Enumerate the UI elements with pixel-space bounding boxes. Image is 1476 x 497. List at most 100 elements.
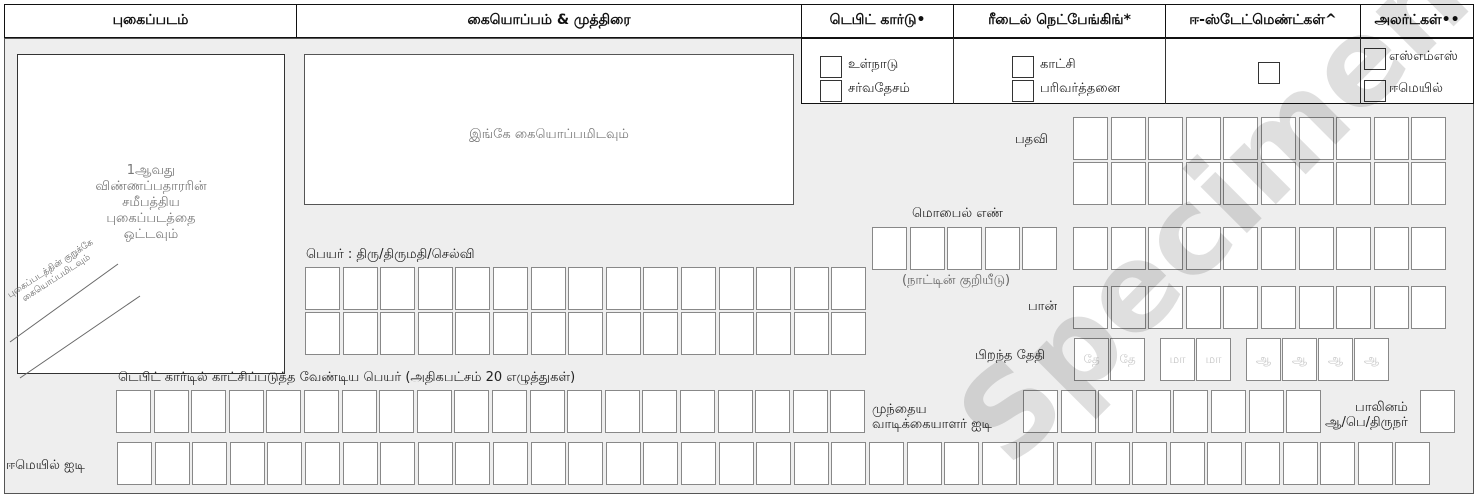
- card-name-cell[interactable]: [379, 390, 415, 433]
- mobile-cell[interactable]: [1336, 227, 1372, 270]
- checkbox-domestic[interactable]: [820, 56, 842, 78]
- customer-id-cell[interactable]: [1023, 390, 1058, 433]
- name-cell[interactable]: [756, 267, 792, 310]
- email-cell[interactable]: [530, 442, 566, 485]
- email-cell[interactable]: [342, 442, 378, 485]
- card-name-cell[interactable]: [529, 390, 565, 433]
- designation-cell[interactable]: [1373, 162, 1409, 205]
- mobile-cell[interactable]: [1298, 227, 1334, 270]
- designation-cell[interactable]: [1373, 117, 1409, 160]
- name-cell[interactable]: [718, 312, 754, 355]
- name-cell[interactable]: [793, 267, 829, 310]
- designation-cell[interactable]: [1298, 117, 1334, 160]
- name-cell[interactable]: [831, 312, 867, 355]
- card-name-cell[interactable]: [341, 390, 377, 433]
- checkbox-international[interactable]: [820, 80, 842, 102]
- dob-cell[interactable]: மா: [1160, 338, 1195, 381]
- email-cell[interactable]: [417, 442, 453, 485]
- mobile-cell[interactable]: [1223, 227, 1259, 270]
- customer-id-cell[interactable]: [1286, 390, 1322, 433]
- card-name-cell[interactable]: [717, 390, 753, 433]
- customer-id-cell[interactable]: [1211, 390, 1246, 433]
- dob-cell[interactable]: ஆ: [1282, 338, 1317, 381]
- designation-cell[interactable]: [1110, 117, 1146, 160]
- designation-cell[interactable]: [1185, 117, 1221, 160]
- designation-cell[interactable]: [1148, 162, 1184, 205]
- name-cell[interactable]: [493, 267, 528, 310]
- email-cell[interactable]: [1320, 442, 1356, 485]
- card-name-cell[interactable]: [567, 390, 603, 433]
- designation-cell[interactable]: [1336, 162, 1372, 205]
- name-cell[interactable]: [568, 267, 604, 310]
- card-name-cell[interactable]: [153, 390, 189, 433]
- designation-cell[interactable]: [1223, 117, 1259, 160]
- pan-cell[interactable]: [1185, 286, 1221, 329]
- customer-id-cell[interactable]: [1135, 390, 1171, 433]
- name-cell[interactable]: [455, 267, 491, 310]
- card-name-cell[interactable]: [604, 390, 640, 433]
- name-cell[interactable]: [681, 312, 716, 355]
- email-cell[interactable]: [1019, 442, 1055, 485]
- email-cell[interactable]: [831, 442, 867, 485]
- pan-cell[interactable]: [1373, 286, 1409, 329]
- card-name-cell[interactable]: [830, 390, 866, 433]
- name-cell[interactable]: [643, 312, 679, 355]
- card-name-cell[interactable]: [492, 390, 527, 433]
- pan-cell[interactable]: [1261, 286, 1296, 329]
- name-cell[interactable]: [605, 267, 641, 310]
- country-code-cell[interactable]: [1022, 227, 1058, 270]
- name-cell[interactable]: [718, 267, 754, 310]
- mobile-cell[interactable]: [1261, 227, 1296, 270]
- mobile-cell[interactable]: [1411, 227, 1447, 270]
- email-cell[interactable]: [305, 442, 340, 485]
- designation-cell[interactable]: [1411, 117, 1447, 160]
- designation-cell[interactable]: [1185, 162, 1221, 205]
- email-cell[interactable]: [681, 442, 716, 485]
- name-cell[interactable]: [493, 312, 528, 355]
- name-cell[interactable]: [455, 312, 491, 355]
- name-cell[interactable]: [756, 312, 792, 355]
- email-cell[interactable]: [380, 442, 416, 485]
- designation-cell[interactable]: [1336, 117, 1372, 160]
- customer-id-cell[interactable]: [1173, 390, 1209, 433]
- pan-cell[interactable]: [1223, 286, 1259, 329]
- designation-cell[interactable]: [1261, 162, 1296, 205]
- name-cell[interactable]: [417, 267, 453, 310]
- customer-id-cell[interactable]: [1248, 390, 1284, 433]
- customer-id-cell[interactable]: [1098, 390, 1134, 433]
- card-name-cell[interactable]: [792, 390, 828, 433]
- card-name-cell[interactable]: [228, 390, 264, 433]
- email-cell[interactable]: [869, 442, 904, 485]
- dob-cell[interactable]: ஆ: [1354, 338, 1389, 381]
- email-cell[interactable]: [192, 442, 228, 485]
- card-name-cell[interactable]: [755, 390, 791, 433]
- name-cell[interactable]: [305, 312, 340, 355]
- mobile-cell[interactable]: [1110, 227, 1146, 270]
- name-cell[interactable]: [643, 267, 679, 310]
- email-cell[interactable]: [267, 442, 303, 485]
- designation-cell[interactable]: [1223, 162, 1259, 205]
- email-cell[interactable]: [756, 442, 792, 485]
- email-cell[interactable]: [493, 442, 528, 485]
- mobile-cell[interactable]: [1073, 227, 1108, 270]
- mobile-cell[interactable]: [1373, 227, 1409, 270]
- name-cell[interactable]: [530, 267, 566, 310]
- name-cell[interactable]: [380, 312, 416, 355]
- email-cell[interactable]: [718, 442, 754, 485]
- name-cell[interactable]: [305, 267, 340, 310]
- dob-cell[interactable]: தே: [1110, 338, 1145, 381]
- pan-cell[interactable]: [1336, 286, 1372, 329]
- country-code-cell[interactable]: [984, 227, 1020, 270]
- name-cell[interactable]: [417, 312, 453, 355]
- email-cell[interactable]: [981, 442, 1017, 485]
- designation-cell[interactable]: [1298, 162, 1334, 205]
- email-cell[interactable]: [1282, 442, 1318, 485]
- card-name-cell[interactable]: [680, 390, 715, 433]
- email-cell[interactable]: [1357, 442, 1393, 485]
- card-name-cell[interactable]: [416, 390, 452, 433]
- card-name-cell[interactable]: [304, 390, 339, 433]
- email-cell[interactable]: [944, 442, 980, 485]
- pan-cell[interactable]: [1411, 286, 1447, 329]
- pan-cell[interactable]: [1110, 286, 1146, 329]
- email-cell[interactable]: [154, 442, 190, 485]
